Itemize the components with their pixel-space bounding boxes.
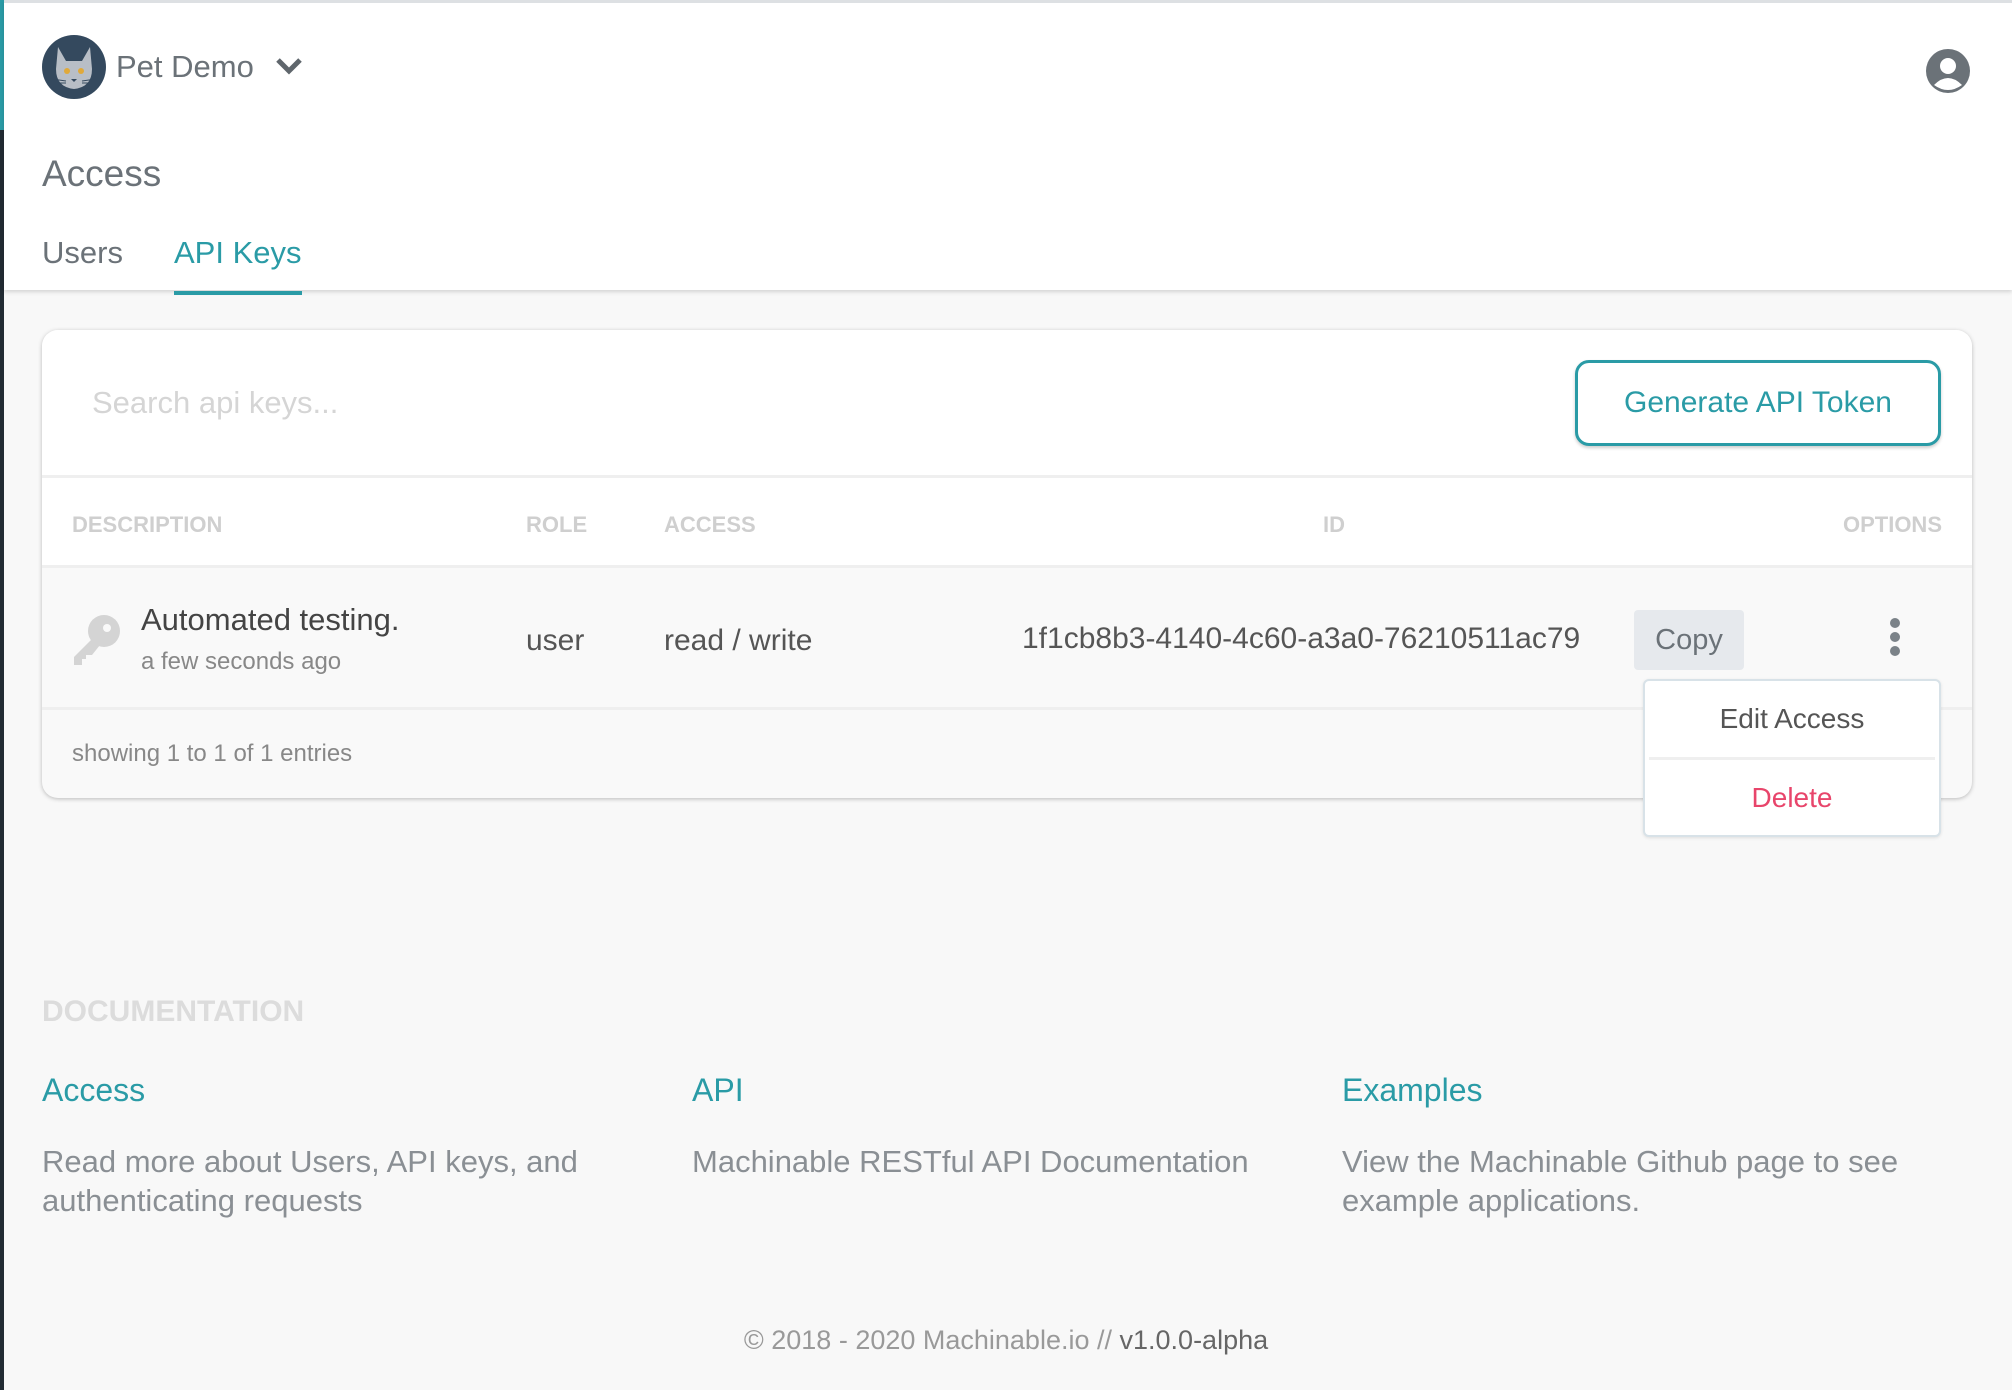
key-access: read / write [664, 624, 813, 657]
key-id: 1f1cb8b3-4140-4c60-a3a0-76210511ac79 [1022, 622, 1581, 655]
tab-users[interactable]: Users [42, 235, 123, 271]
version-text: v1.0.0-alpha [1119, 1325, 1269, 1355]
doc-desc-access: Read more about Users, API keys, and aut… [42, 1144, 578, 1218]
options-dropdown-menu: Edit Access Delete [1643, 679, 1941, 837]
user-profile-icon[interactable] [1924, 47, 1972, 95]
tab-api-keys[interactable]: API Keys [174, 235, 302, 295]
table-pagination-info: showing 1 to 1 of 1 entries [72, 740, 353, 767]
project-name[interactable]: Pet Demo [116, 49, 254, 85]
doc-link-examples[interactable]: Examples [1342, 1072, 1483, 1109]
key-description: Automated testing. [141, 602, 400, 637]
page-title: Access [42, 153, 162, 194]
doc-link-api[interactable]: API [692, 1072, 744, 1109]
copy-id-button[interactable]: Copy [1634, 610, 1744, 670]
generate-api-token-button[interactable]: Generate API Token [1575, 360, 1941, 446]
column-options: OPTIONS [1842, 512, 1942, 537]
documentation-heading: DOCUMENTATION [42, 995, 305, 1028]
more-options-icon[interactable] [1887, 618, 1903, 660]
column-access: ACCESS [664, 512, 756, 537]
column-description: DESCRIPTION [72, 512, 223, 537]
column-id: ID [1323, 512, 1345, 537]
column-role: ROLE [526, 512, 588, 537]
doc-desc-examples: View the Machinable Github page to see e… [1342, 1144, 1899, 1218]
key-icon [70, 613, 122, 670]
copyright-text: © 2018 - 2020 Machinable.io // [743, 1325, 1112, 1355]
doc-link-access[interactable]: Access [42, 1072, 145, 1109]
search-input[interactable] [92, 378, 1092, 428]
key-role: user [526, 624, 585, 657]
doc-desc-api: Machinable RESTful API Documentation [692, 1144, 1249, 1179]
header: Pet Demo Access Users API Keys [4, 0, 2012, 295]
footer: © 2018 - 2020 Machinable.io // v1.0.0-al… [0, 1325, 2012, 1356]
menu-item-edit-access[interactable]: Edit Access [1645, 681, 1939, 757]
chevron-down-icon[interactable] [274, 51, 304, 88]
project-avatar-cat-icon[interactable] [42, 35, 106, 99]
table-header: DESCRIPTION ROLE ACCESS ID OPTIONS [42, 478, 1972, 568]
menu-item-delete[interactable]: Delete [1645, 760, 1939, 836]
key-created-time: a few seconds ago [141, 648, 342, 675]
